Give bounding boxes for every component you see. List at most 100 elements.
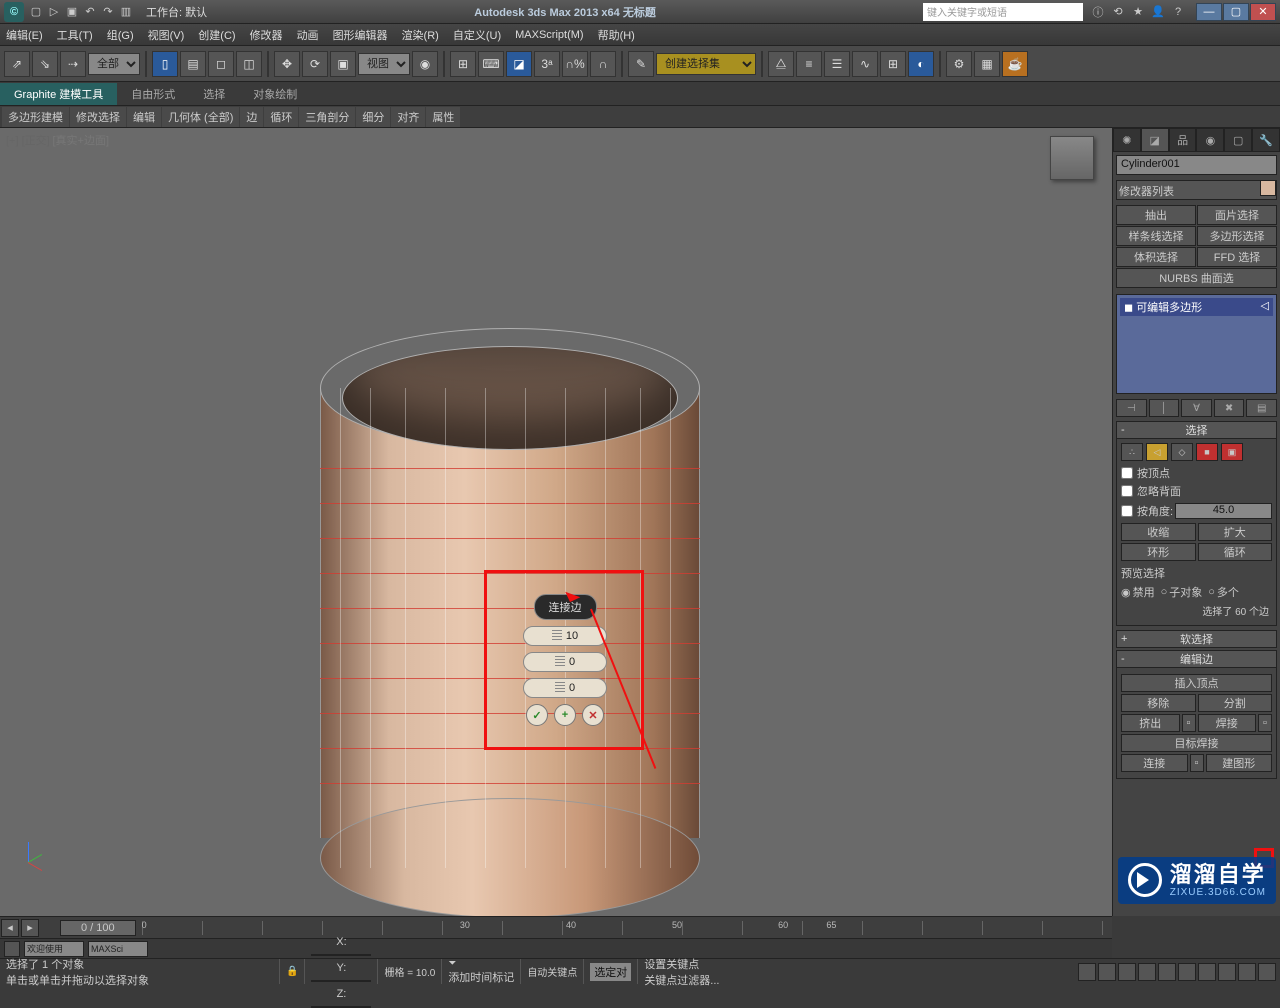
time-prev-icon[interactable]: ◂ [1, 919, 19, 937]
tab-freeform[interactable]: 自由形式 [117, 83, 189, 105]
create-shape-button[interactable]: 建图形 [1206, 754, 1273, 772]
select-object-icon[interactable]: ▯ [152, 51, 178, 77]
move-icon[interactable]: ✥ [274, 51, 300, 77]
weld-button[interactable]: 焊接 [1198, 714, 1257, 732]
tab-display-icon[interactable]: ▢ [1224, 128, 1252, 152]
caddy-cancel-button[interactable]: ✕ [582, 704, 604, 726]
btn-patchsel[interactable]: 面片选择 [1197, 205, 1277, 225]
align-icon[interactable]: ≡ [796, 51, 822, 77]
link-icon[interactable]: ⇗ [4, 51, 30, 77]
panel-edit[interactable]: 编辑 [127, 107, 161, 127]
caddy-apply-button[interactable]: + [554, 704, 576, 726]
new-icon[interactable]: ▢ [28, 4, 44, 20]
panel-subdiv[interactable]: 细分 [356, 107, 390, 127]
panel-edges[interactable]: 边 [240, 107, 263, 127]
z-field[interactable] [311, 1006, 371, 1008]
insert-vertex-button[interactable]: 插入顶点 [1121, 674, 1272, 692]
target-weld-button[interactable]: 目标焊接 [1121, 734, 1272, 752]
angle-snap-icon[interactable]: 3ᵃ [534, 51, 560, 77]
btn-ffdsel[interactable]: FFD 选择 [1197, 247, 1277, 267]
caddy-pinch-spinner[interactable]: 0 [523, 652, 607, 672]
x-field[interactable] [311, 954, 371, 956]
orbit-icon[interactable] [1238, 963, 1256, 981]
manipulate-icon[interactable]: ⊞ [450, 51, 476, 77]
btn-splinesel[interactable]: 样条线选择 [1116, 226, 1196, 246]
zoom-icon[interactable] [1218, 963, 1236, 981]
next-frame-icon[interactable] [1138, 963, 1156, 981]
play-icon[interactable] [1118, 963, 1136, 981]
panel-modifysel[interactable]: 修改选择 [70, 107, 126, 127]
object-name-field[interactable]: Cylinder001 [1116, 155, 1277, 175]
time-slider[interactable]: ◂ ▸ 0 / 100 0 30 40 50 60 65 [0, 916, 1112, 938]
keyboard-icon[interactable]: ⌨ [478, 51, 504, 77]
maximize-button[interactable]: ▢ [1223, 3, 1249, 21]
goto-end-icon[interactable] [1158, 963, 1176, 981]
ring-button[interactable]: 环形 [1121, 543, 1196, 561]
maximize-vp-icon[interactable] [1258, 963, 1276, 981]
split-button[interactable]: 分割 [1198, 694, 1273, 712]
scale-icon[interactable]: ▣ [330, 51, 356, 77]
bind-icon[interactable]: ⇢ [60, 51, 86, 77]
btn-extract[interactable]: 抽出 [1116, 205, 1196, 225]
tab-objectpaint[interactable]: 对象绘制 [239, 83, 311, 105]
preview-off-radio[interactable]: ◉ 禁用 [1121, 584, 1155, 600]
preview-subobj-radio[interactable]: ○ 子对象 [1161, 584, 1203, 600]
btn-volsel[interactable]: 体积选择 [1116, 247, 1196, 267]
rollout-softsel-header[interactable]: +软选择 [1116, 630, 1277, 648]
ref-coord-system[interactable]: 视图 [358, 53, 410, 75]
layers-icon[interactable]: ☰ [824, 51, 850, 77]
pan-icon[interactable] [1198, 963, 1216, 981]
render-setup-icon[interactable]: ⚙ [946, 51, 972, 77]
menu-views[interactable]: 视图(V) [148, 27, 185, 43]
minimize-button[interactable]: — [1196, 3, 1222, 21]
tab-graphite[interactable]: Graphite 建模工具 [0, 83, 117, 105]
menu-grapheditors[interactable]: 图形编辑器 [333, 27, 388, 43]
viewcube-icon[interactable] [1050, 136, 1094, 180]
snap-toggle-icon[interactable]: ◪ [506, 51, 532, 77]
connect-button[interactable]: 连接 [1121, 754, 1188, 772]
shrink-button[interactable]: 收缩 [1121, 523, 1196, 541]
save-icon[interactable]: ▣ [64, 4, 80, 20]
preview-multi-radio[interactable]: ○ 多个 [1208, 584, 1239, 600]
trackbar-toggle-icon[interactable] [4, 941, 20, 957]
exchange-icon[interactable]: ⟲ [1109, 3, 1127, 21]
menu-tools[interactable]: 工具(T) [57, 27, 93, 43]
workspace-label[interactable]: 工作台: 默认 [146, 4, 207, 20]
connect-settings-icon[interactable]: ▫ [1190, 754, 1204, 772]
panel-align[interactable]: 对齐 [391, 107, 425, 127]
keyfilter-button[interactable]: 关键点过滤器... [644, 972, 719, 988]
time-slider-handle[interactable]: 0 / 100 [60, 920, 136, 936]
help-icon[interactable]: ? [1169, 3, 1187, 21]
caddy-slide-spinner[interactable]: 0 [523, 678, 607, 698]
caddy-segments-spinner[interactable]: 10 [523, 626, 607, 646]
lock-icon[interactable]: 🔒 [280, 959, 305, 984]
subobj-edge-icon[interactable]: ◁ [1146, 443, 1168, 461]
rollout-editedge-header[interactable]: -编辑边 [1116, 650, 1277, 668]
extrude-settings-icon[interactable]: ▫ [1182, 714, 1196, 732]
menu-maxscript[interactable]: MAXScript(M) [515, 29, 583, 41]
setkey-button[interactable]: 设置关键点 [644, 956, 719, 972]
tab-motion-icon[interactable]: ◉ [1196, 128, 1224, 152]
window-crossing-icon[interactable]: ◫ [236, 51, 262, 77]
ignore-backfacing-checkbox[interactable]: 忽略背面 [1121, 483, 1272, 499]
schematic-icon[interactable]: ⊞ [880, 51, 906, 77]
grow-button[interactable]: 扩大 [1198, 523, 1273, 541]
curve-editor-icon[interactable]: ∿ [852, 51, 878, 77]
open-icon[interactable]: ▷ [46, 4, 62, 20]
modifier-list-dropdown[interactable]: 修改器列表▾ [1116, 180, 1277, 200]
close-button[interactable]: ✕ [1250, 3, 1276, 21]
menu-help[interactable]: 帮助(H) [598, 27, 635, 43]
select-name-icon[interactable]: ▤ [180, 51, 206, 77]
named-selection-set[interactable]: 创建选择集 [656, 53, 756, 75]
search-input[interactable]: 键入关键字或短语 [923, 3, 1083, 21]
tab-modify-icon[interactable]: ◪ [1141, 128, 1169, 152]
menu-create[interactable]: 创建(C) [198, 27, 235, 43]
menu-group[interactable]: 组(G) [107, 27, 134, 43]
viewport-label[interactable]: [+] [正交] [真实+边面] [6, 132, 109, 148]
angle-value-spinner[interactable]: 45.0 [1175, 503, 1272, 519]
object-color-swatch[interactable] [1260, 180, 1276, 196]
panel-tri[interactable]: 三角剖分 [299, 107, 355, 127]
percent-snap-icon[interactable]: ∩% [562, 51, 588, 77]
render-icon[interactable]: ☕ [1002, 51, 1028, 77]
info-icon[interactable]: ⓘ [1089, 3, 1107, 21]
